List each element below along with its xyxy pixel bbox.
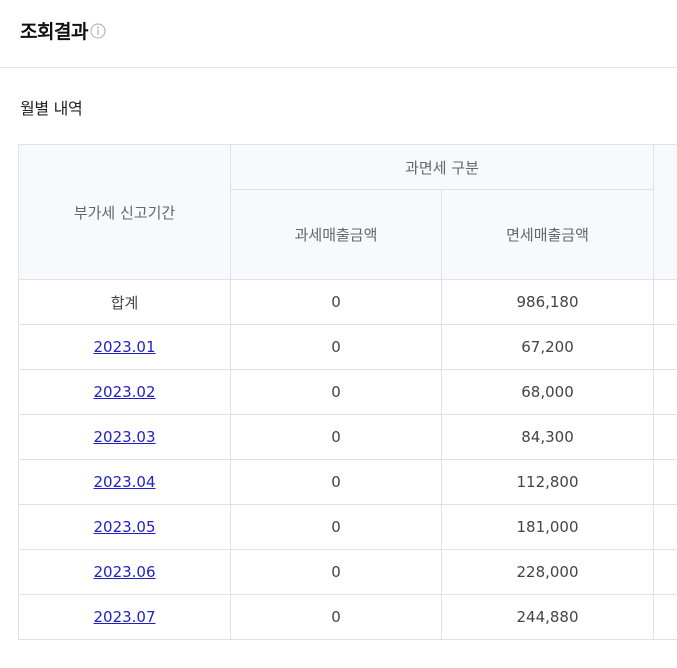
total-taxable: 0 xyxy=(230,279,442,325)
taxable-cell: 0 xyxy=(230,459,442,505)
table-row: 2023.02 0 68,000 xyxy=(18,369,677,415)
monthly-table: 부가세 신고기간 과면세 구분 과세매출금액 면세매출금액 합계 0 986,1… xyxy=(18,144,677,640)
table-row: 2023.04 0 112,800 xyxy=(18,459,677,505)
period-link[interactable]: 2023.06 xyxy=(93,563,155,581)
taxable-cell: 0 xyxy=(230,369,442,415)
tax-type-group-header: 과면세 구분 xyxy=(230,144,654,190)
exempt-cell: 112,800 xyxy=(441,459,654,505)
results-header: 조회결과 xyxy=(0,0,677,68)
period-link[interactable]: 2023.01 xyxy=(93,338,155,356)
truncated-column-header xyxy=(653,144,677,280)
exempt-cell: 181,000 xyxy=(441,504,654,550)
exempt-cell: 68,000 xyxy=(441,369,654,415)
truncated-cell xyxy=(653,549,677,595)
period-link[interactable]: 2023.05 xyxy=(93,518,155,536)
table-row: 2023.07 0 244,880 xyxy=(18,594,677,640)
taxable-cell: 0 xyxy=(230,414,442,460)
table-row-total: 합계 0 986,180 xyxy=(18,279,677,325)
table-row: 2023.05 0 181,000 xyxy=(18,504,677,550)
table-row: 2023.03 0 84,300 xyxy=(18,414,677,460)
exempt-cell: 228,000 xyxy=(441,549,654,595)
total-exempt: 986,180 xyxy=(441,279,654,325)
period-link[interactable]: 2023.03 xyxy=(93,428,155,446)
truncated-cell xyxy=(653,459,677,505)
truncated-cell xyxy=(653,324,677,370)
taxable-cell: 0 xyxy=(230,549,442,595)
period-column-header: 부가세 신고기간 xyxy=(18,144,231,280)
exempt-cell: 84,300 xyxy=(441,414,654,460)
exempt-sales-column-header: 면세매출금액 xyxy=(441,189,654,280)
truncated-cell xyxy=(653,504,677,550)
page-title: 조회결과 xyxy=(20,21,88,43)
monthly-table-container: 부가세 신고기간 과면세 구분 과세매출금액 면세매출금액 합계 0 986,1… xyxy=(18,144,677,640)
exempt-cell: 67,200 xyxy=(441,324,654,370)
exempt-cell: 244,880 xyxy=(441,594,654,640)
table-row: 2023.06 0 228,000 xyxy=(18,549,677,595)
period-link[interactable]: 2023.04 xyxy=(93,473,155,491)
info-icon[interactable] xyxy=(90,23,106,39)
truncated-cell xyxy=(653,369,677,415)
truncated-cell xyxy=(653,279,677,325)
truncated-cell xyxy=(653,594,677,640)
taxable-sales-column-header: 과세매출금액 xyxy=(230,189,442,280)
period-link[interactable]: 2023.07 xyxy=(93,608,155,626)
taxable-cell: 0 xyxy=(230,594,442,640)
taxable-cell: 0 xyxy=(230,324,442,370)
table-row: 2023.01 0 67,200 xyxy=(18,324,677,370)
truncated-cell xyxy=(653,414,677,460)
period-link[interactable]: 2023.02 xyxy=(93,383,155,401)
section-title: 월별 내역 xyxy=(20,99,83,118)
total-label: 합계 xyxy=(18,279,231,325)
taxable-cell: 0 xyxy=(230,504,442,550)
